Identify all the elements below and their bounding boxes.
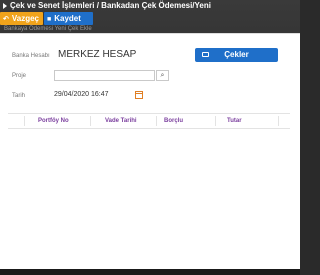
toolbar: ↶ Vazgeç ■ Kaydet — [0, 11, 300, 26]
column-divider — [156, 116, 157, 126]
title-arrow-icon — [3, 2, 7, 9]
column-header-portfoy-no[interactable]: Portföy No — [38, 114, 69, 128]
cancel-button-label: Vazgeç — [11, 14, 40, 23]
bottom-edge — [0, 269, 300, 275]
page-title: Çek ve Senet İşlemleri / Bankadan Çek Öd… — [10, 1, 211, 10]
floppy-disk-icon: ■ — [47, 16, 52, 23]
project-field[interactable] — [54, 70, 155, 81]
date-field[interactable]: 29/04/2020 16:47 — [54, 89, 132, 101]
window-title-bar: Çek ve Senet İşlemleri / Bankadan Çek Öd… — [0, 0, 300, 11]
cancel-button[interactable]: ↶ Vazgeç — [0, 12, 43, 25]
save-button-label: Kaydet — [54, 14, 81, 23]
table-header: Portföy No Vade Tarihi Borçlu Tutar — [8, 113, 290, 129]
bank-account-label: Banka Hesabı — [12, 53, 50, 59]
column-header-tutar[interactable]: Tutar — [227, 114, 242, 128]
column-header-vade-tarihi[interactable]: Vade Tarihi — [105, 114, 137, 128]
checks-button-label: Çekler — [224, 50, 249, 59]
project-label: Proje — [12, 73, 27, 79]
column-divider — [24, 116, 25, 126]
modal-dialog: Banka Hesabı MERKEZ HESAP Çekler Proje ⌕… — [0, 33, 300, 270]
calendar-icon[interactable] — [135, 91, 143, 99]
search-icon[interactable]: ⌕ — [156, 70, 169, 81]
save-button[interactable]: ■ Kaydet — [44, 12, 93, 25]
checks-button[interactable]: Çekler — [195, 48, 278, 62]
column-divider — [90, 116, 91, 126]
column-header-borclu[interactable]: Borçlu — [164, 114, 183, 128]
obscured-subtitle: Bankaya Ödemesi Yeni Çek Ekle — [4, 26, 92, 32]
column-divider — [215, 116, 216, 126]
camera-icon — [202, 52, 209, 57]
undo-arrow-icon: ↶ — [3, 16, 9, 23]
date-label: Tarih — [12, 93, 26, 99]
bank-account-field[interactable]: MERKEZ HESAP — [58, 49, 136, 60]
column-divider — [278, 116, 279, 126]
